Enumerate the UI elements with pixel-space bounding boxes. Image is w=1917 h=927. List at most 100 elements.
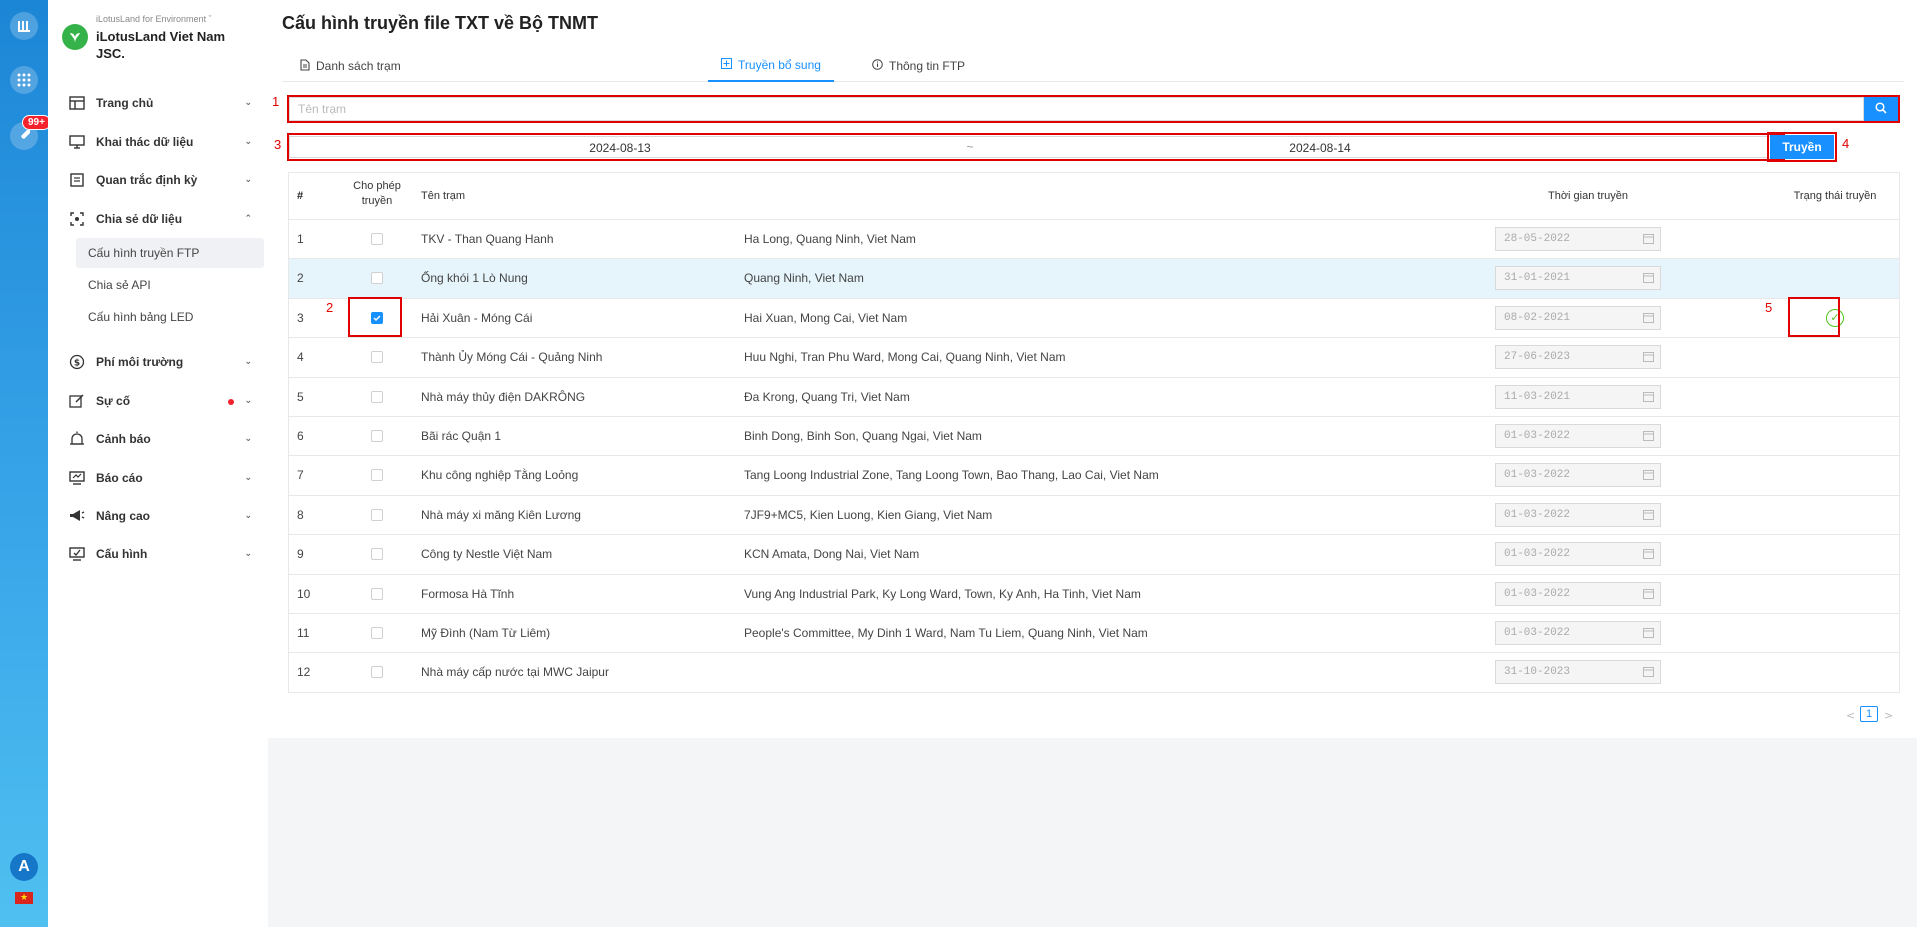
allow-transfer-checkbox[interactable] <box>371 390 383 403</box>
table-row[interactable]: 9 Công ty Nestle Việt Nam KCN Amata, Dong … <box>289 535 1899 575</box>
menu-item-environment-fee[interactable]: $ Phí môi trường ⌄ <box>56 345 264 379</box>
station-address: KCN Amata, Dong Nai, Viet Nam <box>744 547 920 562</box>
row-index: 10 <box>297 586 311 601</box>
tab-station-list[interactable]: Danh sách trạm <box>300 50 401 82</box>
annotation-marker-5: 5 <box>1765 300 1773 315</box>
table-row[interactable]: 12 Nhà máy cấp nước tại MWC Jaipur 31-10-2… <box>289 653 1899 693</box>
transfer-date-picker[interactable]: 11-03-2021 <box>1495 384 1661 409</box>
station-name: TKV - Than Quang Hanh <box>421 232 554 246</box>
dollar-icon: $ <box>68 353 86 371</box>
pagination-prev[interactable]: < <box>1846 709 1855 722</box>
edit-icon <box>68 392 86 410</box>
row-index: 5 <box>297 389 304 404</box>
allow-transfer-checkbox[interactable] <box>371 469 383 482</box>
table-row[interactable]: 6 Bãi rác Quận 1 Binh Dong, Binh Son, Quan… <box>289 417 1899 457</box>
pagination-next[interactable]: > <box>1884 709 1893 722</box>
transfer-date: 31-10-2023 <box>1504 666 1571 679</box>
file-icon <box>300 58 310 74</box>
vietnam-flag-icon[interactable]: ★ <box>15 892 33 904</box>
table-row[interactable]: 8 Nhà máy xi măng Kiên Lương 7JF9+MC5, Kie… <box>289 496 1899 536</box>
row-index: 9 <box>297 547 304 562</box>
station-address: Vung Ang Industrial Park, Ky Long Ward, … <box>744 586 1141 601</box>
transfer-date-picker[interactable]: 01-03-2022 <box>1495 581 1661 606</box>
brand-subtitle[interactable]: iLotusLand for Environment ˇ <box>96 14 212 24</box>
submenu-item-led-board[interactable]: Cấu hình bảng LED <box>76 302 264 332</box>
app-logo-icon[interactable] <box>10 12 38 40</box>
menu-item-periodic-monitoring[interactable]: Quan trắc định kỳ ⌄ <box>56 163 264 197</box>
row-index: 8 <box>297 507 304 522</box>
megaphone-icon <box>68 507 86 525</box>
app-rail: 99+ A ★ <box>0 0 51 927</box>
table-row[interactable]: 7 Khu công nghiệp Tằng Loỏng Tang Loong In… <box>289 456 1899 496</box>
main-content: Cấu hình truyền file TXT về Bộ TNMT Danh… <box>268 0 1917 927</box>
table-row[interactable]: 11 Mỹ Đình (Nam Từ Liêm) People's Committe… <box>289 614 1899 654</box>
annotation-marker-2: 2 <box>326 300 334 315</box>
station-name: Formosa Hà Tĩnh <box>421 586 515 601</box>
sidebar: iLotusLand for Environment ˇ iLotusLand … <box>48 0 268 927</box>
allow-transfer-checkbox[interactable] <box>371 548 383 561</box>
submenu-item-api-sharing[interactable]: Chia sẻ API <box>76 270 264 300</box>
table-row[interactable]: 5 Nhà máy thủy điện DAKRÔNG Đa Krong, Quan… <box>289 378 1899 417</box>
tab-label: Thông tin FTP <box>889 59 966 73</box>
transfer-date-picker[interactable]: 01-03-2022 <box>1495 463 1661 488</box>
allow-transfer-checkbox[interactable] <box>371 272 383 285</box>
transfer-date-picker[interactable]: 31-01-2021 <box>1495 266 1661 291</box>
tab-supplementary-transfer[interactable]: Truyền bổ sung <box>708 50 834 82</box>
config-icon <box>68 545 86 563</box>
table-row[interactable]: 10 Formosa Hà Tĩnh Vung Ang Industrial Par… <box>289 575 1899 614</box>
transfer-date-picker[interactable]: 08-02-2021 <box>1495 305 1661 330</box>
transfer-date: 28-05-2022 <box>1504 233 1571 245</box>
header-allow-transfer: Cho phép truyền <box>353 180 401 207</box>
transfer-date: 01-03-2022 <box>1504 626 1571 639</box>
tab-ftp-info[interactable]: Thông tin FTP <box>872 50 965 82</box>
transfer-date: 01-03-2022 <box>1504 587 1571 600</box>
allow-transfer-checkbox[interactable] <box>371 351 383 364</box>
menu-item-data-sharing[interactable]: Chia sẻ dữ liệu ⌃ <box>56 202 264 236</box>
transfer-date-picker[interactable]: 31-10-2023 <box>1495 660 1661 685</box>
transfer-date-picker[interactable]: 01-03-2022 <box>1495 502 1661 527</box>
user-avatar[interactable]: A <box>10 853 38 881</box>
annotation-box-search <box>287 95 1900 123</box>
menu-item-warnings[interactable]: Cảnh báo ⌄ <box>56 422 264 456</box>
station-name: Hải Xuân - Móng Cái <box>421 310 533 325</box>
menu-item-reports[interactable]: Báo cáo ⌄ <box>56 461 264 495</box>
transfer-date: 08-02-2021 <box>1504 311 1571 324</box>
transfer-date-picker[interactable]: 27-06-2023 <box>1495 345 1661 370</box>
pagination-page-1[interactable]: 1 <box>1860 706 1878 722</box>
menu-item-incidents[interactable]: Sự cố ⌄ <box>56 384 264 418</box>
chevron-down-icon: ⌄ <box>244 137 252 147</box>
submenu-item-ftp-config[interactable]: Cấu hình truyền FTP <box>76 238 264 268</box>
menu-item-data-mining[interactable]: Khai thác dữ liệu ⌄ <box>56 125 264 159</box>
allow-transfer-checkbox[interactable] <box>371 429 383 442</box>
brand-name: iLotusLand Viet Nam JSC. <box>96 29 226 61</box>
station-name: Khu công nghiệp Tằng Loỏng <box>421 468 579 483</box>
station-name: Ống khói 1 Lò Nung <box>421 271 528 286</box>
transfer-date: 27-06-2023 <box>1504 351 1571 364</box>
table-row[interactable]: 3 Hải Xuân - Móng Cái Hai Xuan, Mong Cai, … <box>289 299 1899 339</box>
allow-transfer-checkbox[interactable] <box>371 587 383 600</box>
table-row[interactable]: 4 Thành Ủy Móng Cái - Quảng Ninh Huu Nghi,… <box>289 338 1899 378</box>
transfer-date-picker[interactable]: 01-03-2022 <box>1495 542 1661 567</box>
bell-icon <box>68 430 86 448</box>
table-row[interactable]: 2 Ống khói 1 Lò Nung Quang Ninh, Viet Nam 3… <box>289 259 1899 299</box>
transfer-date: 31-01-2021 <box>1504 272 1571 285</box>
menu-label: Báo cáo <box>96 471 143 485</box>
table-row[interactable]: 1 TKV - Than Quang Hanh Ha Long, Quang Nin… <box>289 220 1899 260</box>
transfer-date-picker[interactable]: 01-03-2022 <box>1495 423 1661 448</box>
annotation-box-date-range <box>287 133 1785 161</box>
calendar-icon <box>1643 233 1654 248</box>
transfer-date-picker[interactable]: 28-05-2022 <box>1495 227 1661 251</box>
menu-item-advanced[interactable]: Nâng cao ⌄ <box>56 499 264 533</box>
allow-transfer-checkbox[interactable] <box>371 233 383 245</box>
allow-transfer-checkbox[interactable] <box>371 626 383 639</box>
transfer-date-picker[interactable]: 01-03-2022 <box>1495 620 1661 645</box>
menu-item-configuration[interactable]: Cấu hình ⌄ <box>56 537 264 571</box>
menu-item-home[interactable]: Trang chủ ⌄ <box>56 86 264 120</box>
allow-transfer-checkbox[interactable] <box>371 666 383 679</box>
apps-grid-icon[interactable] <box>10 66 38 94</box>
calendar-icon <box>1643 272 1654 287</box>
svg-text:$: $ <box>74 359 80 369</box>
row-index: 2 <box>297 271 304 286</box>
transfer-date: 11-03-2021 <box>1504 390 1571 403</box>
allow-transfer-checkbox[interactable] <box>371 508 383 521</box>
